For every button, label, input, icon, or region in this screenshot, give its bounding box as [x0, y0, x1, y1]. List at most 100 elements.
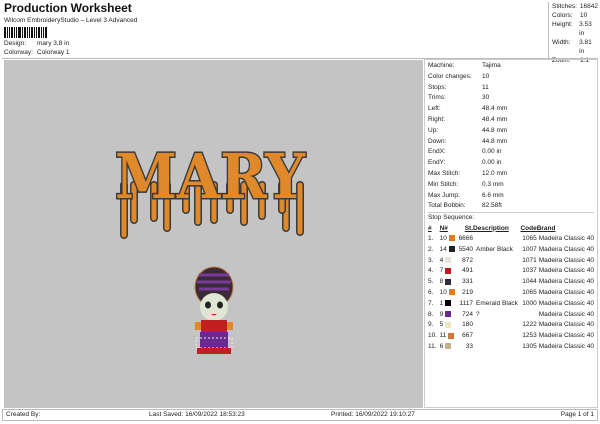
thread-code: 1044 [522, 278, 537, 286]
color-swatch [445, 310, 452, 317]
thread-code: 1007 [522, 245, 537, 253]
table-row: 9. 5 180 1222 Madeira Classic 40 [428, 320, 594, 331]
info-row: Up: 44.8 mm [428, 126, 594, 137]
info-row: EndY: 0.00 in [428, 158, 594, 169]
design-label: Design: [4, 40, 27, 47]
barcode-bar [38, 27, 40, 38]
info-label: Max Stitch: [428, 169, 461, 177]
stitch-count: 491 [462, 267, 474, 275]
page-number: Page 1 of 1 [560, 411, 594, 418]
info-label: Total Bobbin: [428, 202, 466, 210]
description [473, 266, 518, 277]
info-value: 48.4 mm [482, 115, 508, 123]
description [473, 233, 518, 244]
info-label: Stops: [428, 83, 447, 91]
colorway-label: Colorway: [4, 49, 33, 56]
thread-code: 1000 [522, 299, 537, 307]
design-text: MARY [115, 140, 306, 213]
info-label: Max Jump: [428, 191, 460, 199]
info-row: Left: 48.4 mm [428, 104, 594, 115]
description: Emerald Black [476, 299, 518, 307]
info-value: 10 [580, 12, 588, 19]
column-header: Code [520, 224, 537, 232]
table-row: 1. 10 6666 1065 Madeira Classic 40 [428, 233, 594, 244]
color-swatch [448, 235, 455, 242]
needle-number: 4 [439, 256, 444, 264]
stop-number: 4. [428, 267, 434, 275]
info-label: Color changes: [428, 72, 472, 80]
info-row: Colors: 10 [552, 11, 598, 20]
barcode-bar [36, 27, 37, 38]
info-label: EndX: [428, 148, 446, 156]
page-title: Production Worksheet [4, 1, 132, 15]
table-row: 3. 4 872 1071 Madeira Classic 40 [428, 255, 594, 266]
column-header: Brand [536, 224, 556, 232]
barcode-bar [24, 27, 26, 38]
barcode-bar [34, 27, 35, 38]
brand: Madeira Classic 40 [538, 332, 594, 340]
info-value: 3.81 in [579, 39, 592, 55]
barcode [4, 26, 94, 38]
summary-info: Stitches: 16842 Colors: 10 Height: 3.53 in Wid… [548, 2, 598, 64]
needle-number: 7 [439, 267, 444, 275]
stop-number: 1. [428, 235, 434, 243]
column-header: N# [439, 224, 448, 232]
info-label: Left: [428, 105, 441, 113]
info-label: Trims: [428, 94, 446, 102]
info-value: 0.00 in [482, 148, 502, 156]
thread-code: 1065 [522, 235, 537, 243]
barcode-bar [45, 27, 47, 38]
info-value: 12.0 mm [482, 169, 508, 177]
info-row: Max Stitch: 12.0 mm [428, 169, 594, 180]
brand: Madeira Classic 40 [538, 235, 594, 243]
brand: Madeira Classic 40 [538, 321, 594, 329]
stitch-count: 33 [465, 343, 474, 351]
stop-number: 3. [428, 256, 434, 264]
info-value: Tajima [482, 62, 501, 69]
brand: Madeira Classic 40 [538, 299, 594, 307]
thread-code: 1071 [522, 256, 537, 264]
info-label: Right: [428, 115, 445, 123]
barcode-bar [31, 27, 33, 38]
description [473, 320, 518, 331]
barcode-bar [27, 27, 28, 38]
created-by: Created By: [6, 411, 41, 418]
thread-code: 1222 [522, 321, 537, 329]
info-value: 10 [482, 72, 490, 80]
design-preview: MARY [4, 60, 423, 408]
info-label: Stitches: [552, 3, 577, 10]
column-header: # [428, 224, 432, 232]
info-label: Down: [428, 137, 447, 145]
info-label: Min Stitch: [428, 180, 459, 188]
description: Amber Black [476, 245, 513, 253]
barcode-bar [11, 27, 13, 38]
color-swatch [448, 246, 455, 253]
printed-date: Printed: 16/09/2022 19:10:27 [331, 411, 415, 418]
column-header: Description [473, 224, 509, 232]
info-value: 11 [482, 83, 489, 91]
brand: Madeira Classic 40 [538, 278, 594, 286]
brand: Madeira Classic 40 [538, 256, 594, 264]
description: ? [476, 310, 480, 318]
stitch-count: 1117 [459, 299, 474, 307]
needle-number: 14 [439, 245, 447, 253]
stitch-count: 5540 [458, 245, 474, 253]
stop-sequence-label: Stop Sequence: [428, 212, 594, 223]
machine-details: Machine: Tajima Color changes: 10 Stops: 11 Tr… [428, 61, 594, 212]
details-panel: Machine: Tajima Color changes: 10 Stops: 11 Tr… [424, 59, 598, 408]
info-label: Width: [552, 39, 571, 46]
needle-number: 1 [439, 299, 444, 307]
stitch-count: 331 [462, 278, 474, 286]
stitch-count: 219 [462, 289, 474, 297]
description [473, 330, 518, 341]
footer: Created By: Last Saved: 16/09/2022 18:53… [2, 409, 598, 421]
table-row: 11. 6 33 1305 Madeira Classic 40 [428, 341, 594, 352]
design-info: Design: mary 3,8 in Colorway: Colorway 1 [4, 39, 70, 57]
info-label: EndY: [428, 159, 446, 167]
info-value: 16842 [579, 3, 598, 10]
info-value: 0.3 mm [482, 180, 504, 188]
info-row: Min Stitch: 0.3 mm [428, 180, 594, 191]
table-row: 2. 14 5540 Amber Black 1007 Madeira Clas… [428, 244, 594, 255]
info-value: 48.4 mm [482, 105, 508, 113]
barcode-bar [22, 27, 23, 38]
